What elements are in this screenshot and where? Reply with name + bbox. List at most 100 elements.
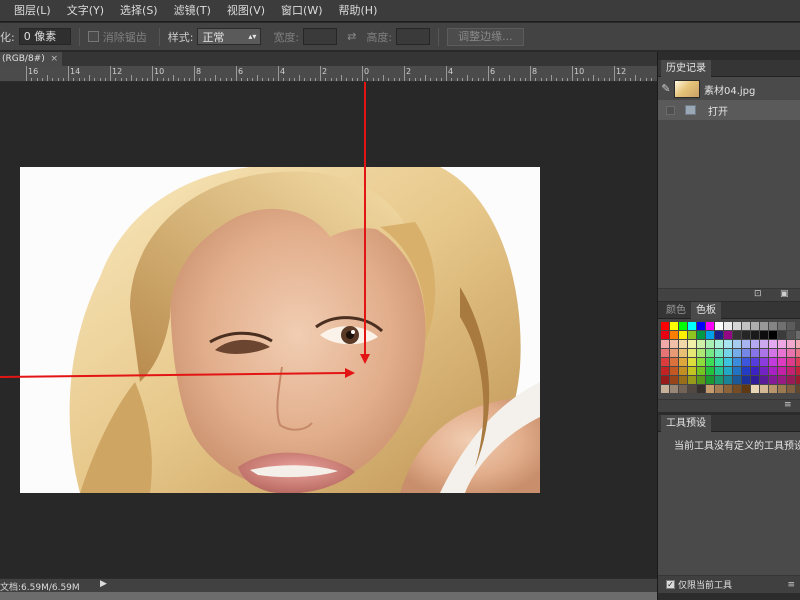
color-swatch[interactable] — [697, 358, 705, 366]
color-swatch[interactable] — [760, 322, 768, 330]
color-swatch[interactable] — [778, 358, 786, 366]
color-swatch[interactable] — [724, 340, 732, 348]
color-swatch[interactable] — [661, 340, 669, 348]
color-swatch[interactable] — [760, 358, 768, 366]
color-swatch[interactable] — [778, 322, 786, 330]
color-swatch[interactable] — [688, 349, 696, 357]
color-swatch[interactable] — [796, 349, 800, 357]
color-swatch[interactable] — [679, 340, 687, 348]
color-swatch[interactable] — [787, 376, 795, 384]
height-input[interactable] — [396, 28, 431, 45]
color-swatch[interactable] — [679, 385, 687, 393]
color-swatch[interactable] — [787, 367, 795, 375]
tab-tool-presets[interactable]: 工具预设 — [661, 415, 711, 432]
color-swatch[interactable] — [769, 331, 777, 339]
menu-view[interactable]: 视图(V) — [219, 0, 273, 22]
color-swatch[interactable] — [760, 367, 768, 375]
menu-layer[interactable]: 图层(L) — [0, 0, 59, 22]
color-swatch[interactable] — [742, 358, 750, 366]
color-swatch[interactable] — [742, 331, 750, 339]
color-swatch[interactable] — [724, 385, 732, 393]
color-swatch[interactable] — [787, 322, 795, 330]
color-swatch[interactable] — [742, 367, 750, 375]
color-swatch[interactable] — [742, 340, 750, 348]
color-swatch[interactable] — [724, 358, 732, 366]
color-swatch[interactable] — [688, 367, 696, 375]
color-swatch[interactable] — [760, 385, 768, 393]
color-swatch[interactable] — [670, 385, 678, 393]
color-swatch[interactable] — [778, 349, 786, 357]
color-swatch[interactable] — [760, 340, 768, 348]
color-swatch[interactable] — [733, 322, 741, 330]
color-swatch[interactable] — [733, 358, 741, 366]
color-swatch[interactable] — [706, 367, 714, 375]
color-swatch[interactable] — [787, 385, 795, 393]
color-swatch[interactable] — [706, 322, 714, 330]
color-swatch[interactable] — [769, 367, 777, 375]
width-input[interactable] — [303, 28, 338, 45]
tab-history[interactable]: 历史记录 — [661, 60, 711, 77]
color-swatch[interactable] — [670, 340, 678, 348]
color-swatch[interactable] — [706, 331, 714, 339]
color-swatch[interactable] — [751, 367, 759, 375]
color-swatch[interactable] — [670, 358, 678, 366]
color-swatch[interactable] — [688, 331, 696, 339]
color-swatch[interactable] — [661, 322, 669, 330]
color-swatch[interactable] — [688, 340, 696, 348]
color-swatch[interactable] — [751, 340, 759, 348]
color-swatch[interactable] — [742, 385, 750, 393]
color-swatch[interactable] — [679, 331, 687, 339]
color-swatch[interactable] — [751, 322, 759, 330]
color-swatch[interactable] — [787, 340, 795, 348]
color-swatch[interactable] — [688, 322, 696, 330]
current-tool-only-checkbox[interactable]: ✓ — [666, 580, 675, 589]
color-swatch[interactable] — [661, 376, 669, 384]
color-swatch[interactable] — [661, 367, 669, 375]
color-swatch[interactable] — [733, 331, 741, 339]
color-swatch[interactable] — [670, 322, 678, 330]
color-swatch[interactable] — [760, 331, 768, 339]
color-swatch[interactable] — [787, 331, 795, 339]
color-swatch[interactable] — [751, 385, 759, 393]
camera-icon[interactable]: ▣ — [780, 289, 789, 299]
color-swatch[interactable] — [769, 358, 777, 366]
color-swatch[interactable] — [769, 376, 777, 384]
color-swatch[interactable] — [742, 349, 750, 357]
color-swatch[interactable] — [787, 358, 795, 366]
color-swatch[interactable] — [661, 385, 669, 393]
menu-type[interactable]: 文字(Y) — [59, 0, 112, 22]
color-swatch[interactable] — [769, 340, 777, 348]
color-swatch[interactable] — [769, 349, 777, 357]
tab-color[interactable]: 颜色 — [661, 302, 691, 319]
color-swatch[interactable] — [760, 376, 768, 384]
color-swatch[interactable] — [670, 367, 678, 375]
color-swatch[interactable] — [715, 385, 723, 393]
color-swatch[interactable] — [697, 322, 705, 330]
swap-icon[interactable]: ⇄ — [347, 30, 356, 43]
history-snapshot[interactable]: ✎ 素材04.jpg — [658, 78, 800, 100]
color-swatch[interactable] — [733, 367, 741, 375]
color-swatch[interactable] — [778, 385, 786, 393]
color-swatch[interactable] — [778, 376, 786, 384]
color-swatch[interactable] — [661, 331, 669, 339]
close-icon[interactable]: × — [50, 52, 58, 66]
color-swatch[interactable] — [769, 385, 777, 393]
color-swatch[interactable] — [724, 349, 732, 357]
color-swatch[interactable] — [742, 376, 750, 384]
color-swatch[interactable] — [679, 358, 687, 366]
color-swatch[interactable] — [769, 322, 777, 330]
feather-input[interactable]: 0 像素 — [18, 28, 71, 45]
color-swatch[interactable] — [697, 385, 705, 393]
style-select[interactable]: 正常 ▴▾ — [197, 28, 262, 45]
color-swatch[interactable] — [760, 349, 768, 357]
color-swatch[interactable] — [697, 376, 705, 384]
color-swatch[interactable] — [688, 385, 696, 393]
color-swatch[interactable] — [697, 340, 705, 348]
color-swatch[interactable] — [715, 367, 723, 375]
color-swatch[interactable] — [661, 349, 669, 357]
color-swatch[interactable] — [715, 331, 723, 339]
tab-swatches[interactable]: 色板 — [691, 302, 721, 319]
color-swatch[interactable] — [778, 331, 786, 339]
canvas-area[interactable] — [0, 82, 657, 578]
antialias-checkbox[interactable] — [87, 31, 99, 42]
